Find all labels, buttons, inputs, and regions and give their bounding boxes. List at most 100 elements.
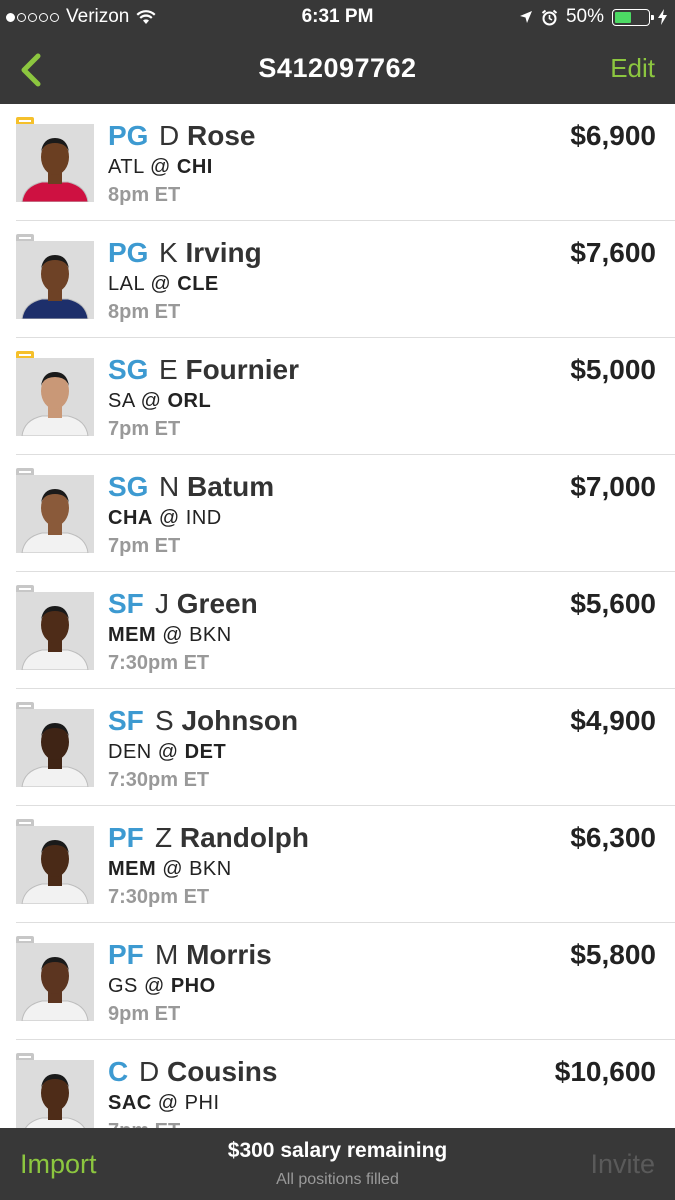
game-matchup: ATL @ CHI — [108, 156, 213, 178]
away-team: MEM — [108, 624, 157, 646]
away-team: GS — [108, 975, 138, 997]
player-last-name: Morris — [186, 939, 272, 970]
player-position: PF — [108, 939, 144, 970]
player-headshot — [16, 241, 94, 319]
player-headshot — [16, 826, 94, 904]
player-last-name: Fournier — [185, 354, 300, 385]
player-initial: N — [159, 471, 180, 502]
page-title: S412097762 — [258, 53, 417, 83]
game-time: 7:30pm ET — [108, 652, 210, 674]
player-position: PF — [108, 822, 144, 853]
positions-status: All positions filled — [276, 1171, 399, 1188]
battery-percent: 50% — [565, 6, 604, 27]
salary-remaining: $300 salary remaining — [227, 1139, 448, 1162]
player-position: SG — [108, 354, 149, 385]
status-bar: Verizon 6:31 PM 50% — [0, 0, 675, 34]
player-last-name: Batum — [187, 471, 275, 502]
player-headshot — [16, 709, 94, 787]
home-team: BKN — [189, 858, 232, 880]
player-name: K Irving — [159, 237, 262, 269]
player-name: S Johnson — [155, 705, 298, 737]
player-position: SG — [108, 471, 149, 502]
game-matchup: SA @ ORL — [108, 390, 212, 412]
home-team: PHI — [184, 1092, 220, 1114]
game-matchup: SAC @ PHI — [108, 1092, 220, 1114]
home-team: CLE — [177, 273, 219, 295]
player-headshot — [16, 124, 94, 202]
edit-button[interactable]: Edit — [610, 53, 655, 84]
player-row[interactable]: PG D Rose ATL @ CHI 8pm ET $6,900 — [0, 104, 675, 221]
player-name: J Green — [155, 588, 258, 620]
player-row[interactable]: SG E Fournier SA @ ORL 7pm ET $5,000 — [0, 338, 675, 455]
home-team: BKN — [189, 624, 232, 646]
player-row[interactable]: PF M Morris GS @ PHO 9pm ET $5,800 — [0, 923, 675, 1040]
player-headshot — [16, 592, 94, 670]
player-row[interactable]: CD CousinsSAC @ PHI7pm ET$10,600 — [0, 1040, 675, 1128]
battery-level-fill — [615, 11, 631, 23]
player-initial: D — [159, 120, 180, 151]
player-headshot — [16, 1060, 94, 1128]
lineup-list: PG D Rose ATL @ CHI 8pm ET $6,900 PG K Irving L… — [0, 104, 675, 1128]
player-position: PG — [108, 237, 149, 268]
player-row[interactable]: SF S Johnson DEN @ DET 7:30pm ET $4,900 — [0, 689, 675, 806]
game-time: 7pm ET — [108, 535, 181, 557]
game-matchup: MEM @ BKN — [108, 858, 232, 880]
player-last-name: Cousins — [167, 1056, 278, 1087]
home-team: ORL — [167, 390, 212, 412]
home-team: PHO — [170, 975, 216, 997]
player-salary: $5,600 — [570, 588, 656, 619]
player-headshot — [16, 358, 94, 436]
game-matchup: LAL @ CLE — [108, 273, 219, 295]
away-team: DEN — [108, 741, 152, 763]
player-salary: $5,000 — [570, 354, 656, 385]
game-matchup: GS @ PHO — [108, 975, 216, 997]
away-team: ATL — [108, 156, 144, 178]
game-time: 8pm ET — [108, 184, 181, 206]
player-initial: J — [155, 588, 169, 619]
player-salary: $6,300 — [570, 822, 656, 853]
game-time: 9pm ET — [108, 1003, 181, 1025]
player-position: SF — [108, 588, 144, 619]
player-position: PG — [108, 120, 149, 151]
player-row[interactable]: SF J Green MEM @ BKN 7:30pm ET $5,600 — [0, 572, 675, 689]
player-name: Z Randolph — [155, 822, 309, 854]
status-right: 50% — [519, 6, 667, 28]
away-team: SAC — [108, 1092, 152, 1114]
player-initial: D — [139, 1056, 160, 1087]
invite-button[interactable]: Invite — [590, 1149, 655, 1180]
player-initial: K — [159, 237, 178, 268]
game-time: 7:30pm ET — [108, 769, 210, 791]
game-time: 7pm ET — [108, 1120, 180, 1128]
player-salary: $6,900 — [570, 120, 656, 151]
player-name: D Rose — [159, 120, 255, 152]
nav-bar: S412097762 Edit — [0, 34, 675, 104]
player-salary: $7,000 — [570, 471, 656, 502]
home-team: CHI — [176, 156, 213, 178]
player-headshot — [16, 943, 94, 1021]
alarm-clock-icon — [541, 9, 558, 25]
player-row[interactable]: SG N Batum CHA @ IND 7pm ET $7,000 — [0, 455, 675, 572]
footer-bar: Import $300 salary remaining All positio… — [0, 1128, 675, 1200]
player-row[interactable]: PG K Irving LAL @ CLE 8pm ET $7,600 — [0, 221, 675, 338]
player-salary: $4,900 — [570, 705, 656, 736]
player-headshot — [16, 475, 94, 553]
away-team: SA — [108, 390, 135, 412]
player-name: D Cousins — [139, 1056, 277, 1088]
player-initial: S — [155, 705, 174, 736]
player-initial: E — [159, 354, 178, 385]
player-salary: $5,800 — [570, 939, 656, 970]
game-matchup: DEN @ DET — [108, 741, 227, 763]
player-name: M Morris — [155, 939, 272, 971]
game-time: 7pm ET — [108, 418, 181, 440]
player-salary: $10,600 — [554, 1056, 656, 1087]
player-row[interactable]: PF Z Randolph MEM @ BKN 7:30pm ET $6,300 — [0, 806, 675, 923]
player-last-name: Rose — [187, 120, 256, 151]
away-team: CHA — [108, 507, 153, 529]
home-team: DET — [184, 741, 227, 763]
player-initial: Z — [155, 822, 173, 853]
player-last-name: Irving — [185, 237, 262, 268]
away-team: LAL — [108, 273, 145, 295]
charging-bolt-icon — [658, 9, 667, 25]
location-arrow-icon — [519, 11, 532, 23]
player-position: C — [108, 1056, 129, 1087]
